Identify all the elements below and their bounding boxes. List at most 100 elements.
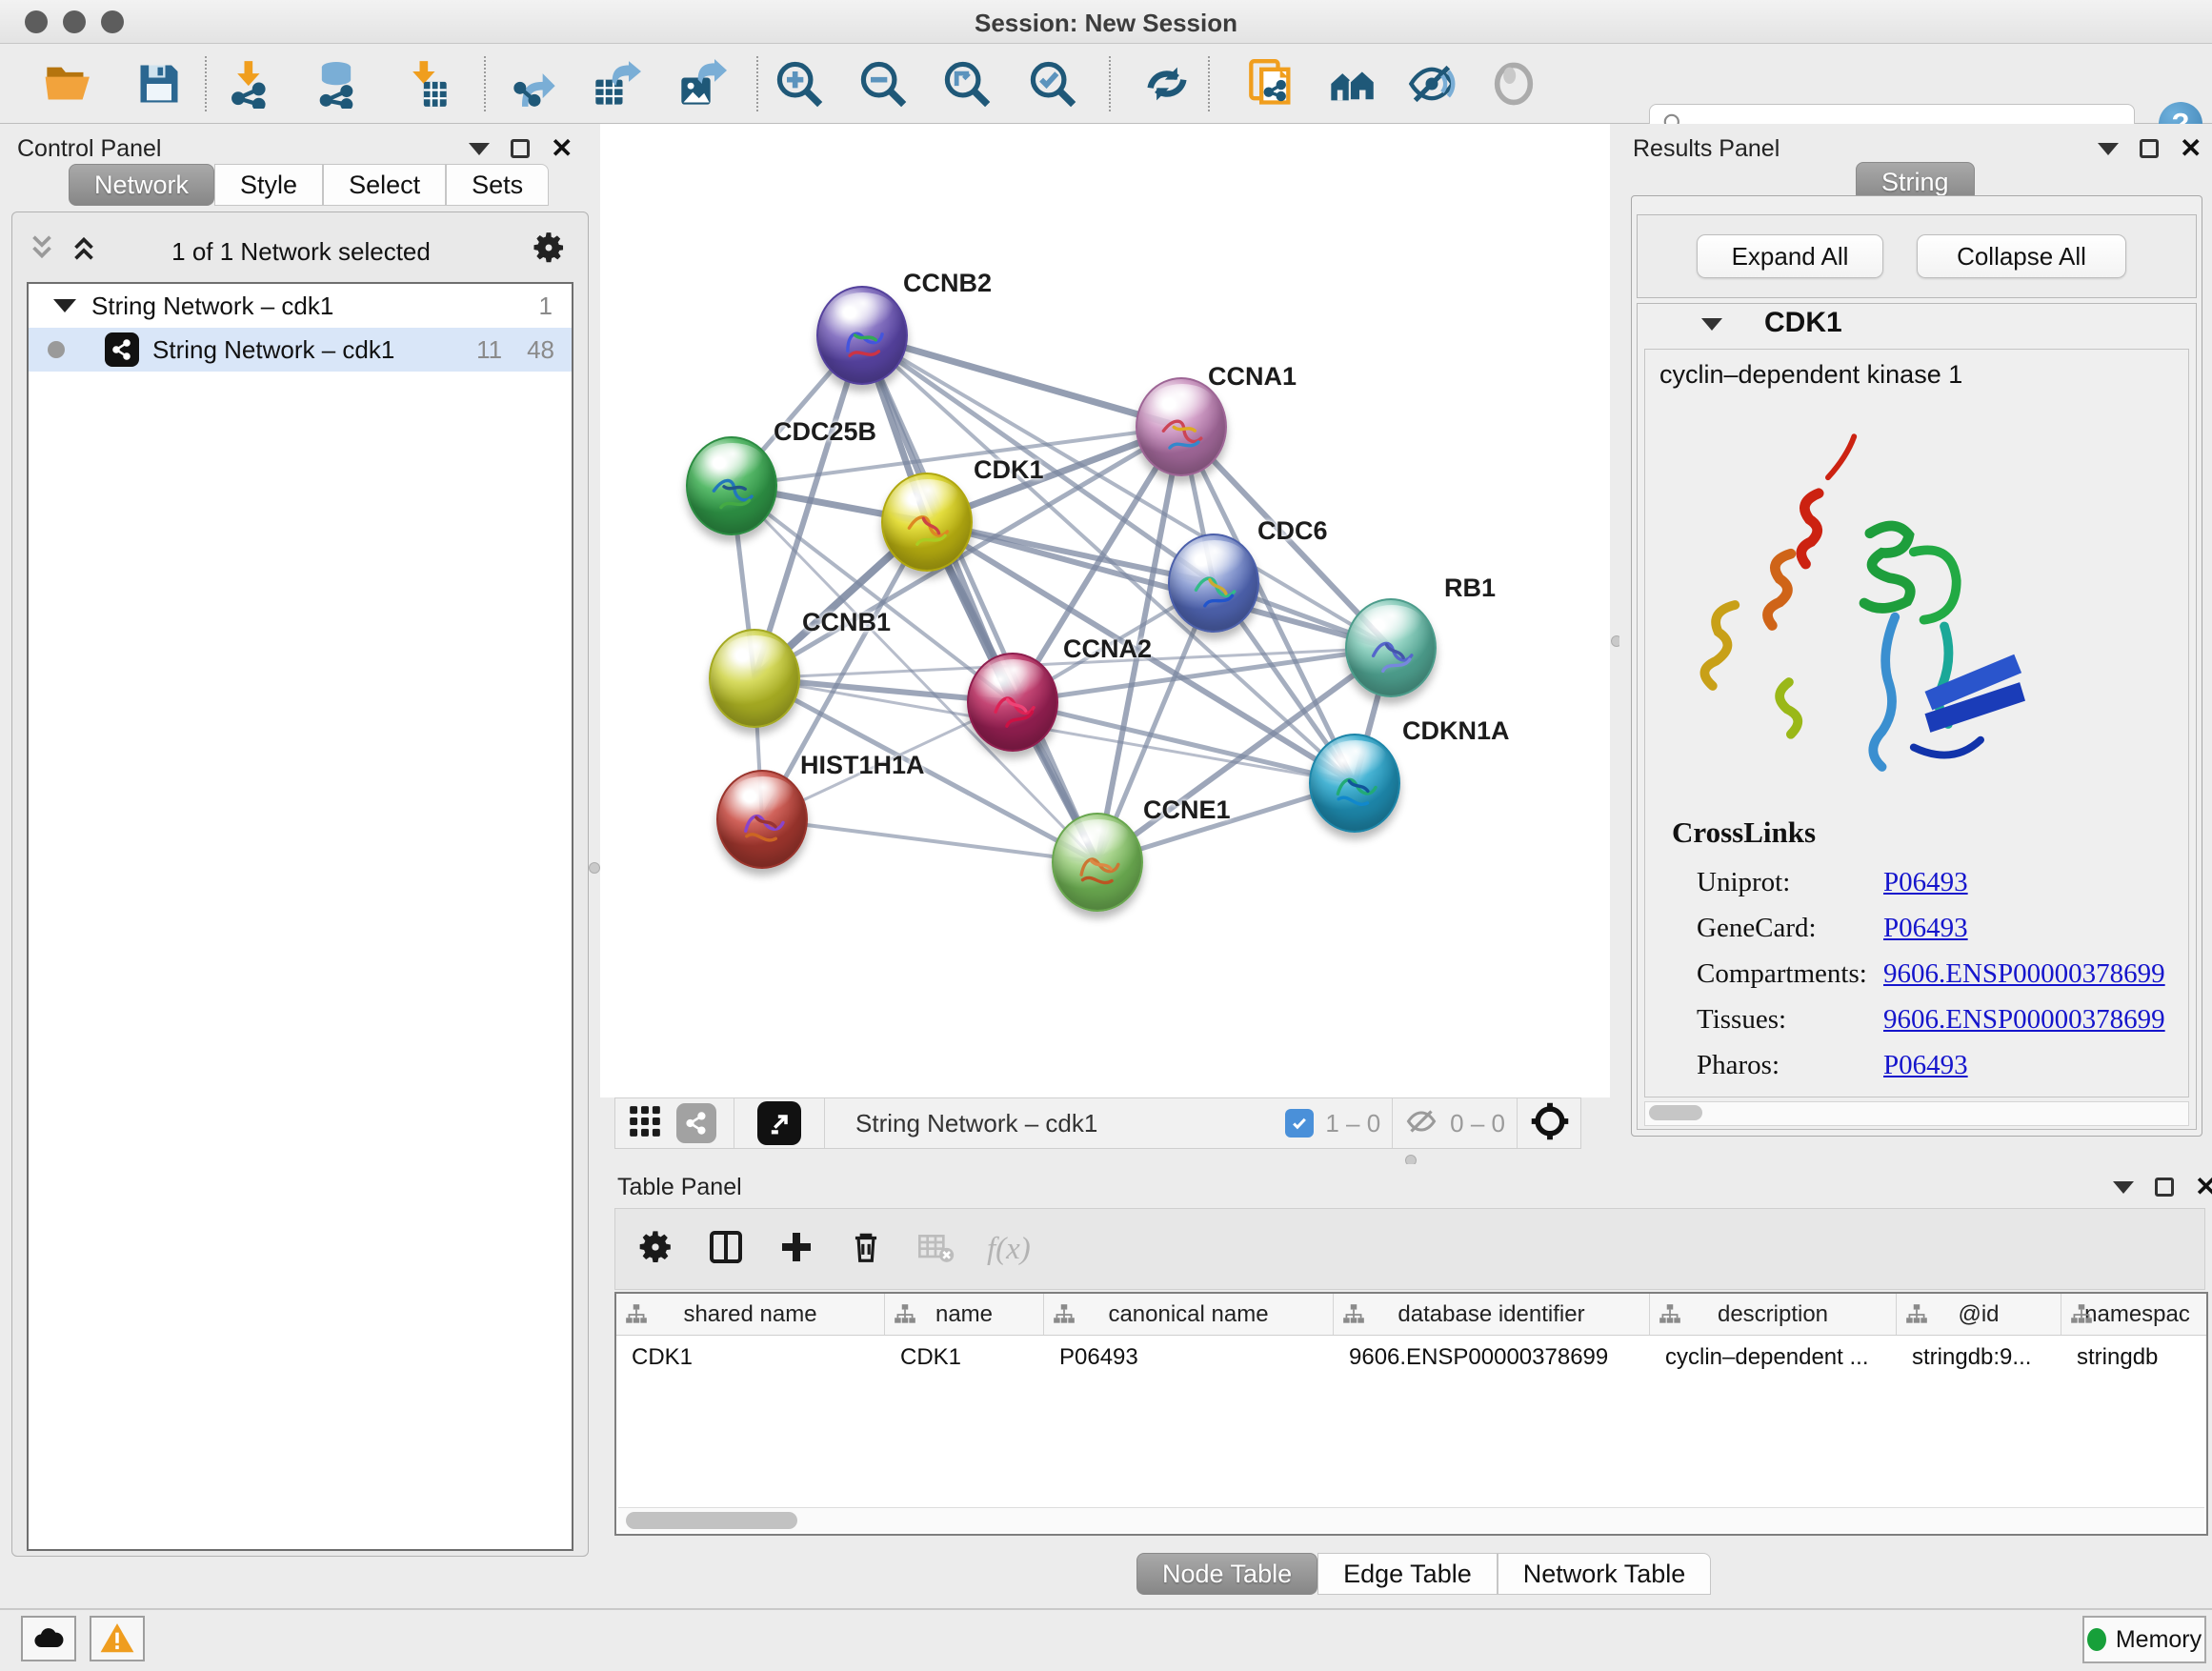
- network-node-ccne1[interactable]: [1052, 813, 1143, 912]
- tab-style[interactable]: Style: [214, 164, 323, 206]
- tree-expand-icon[interactable]: [53, 299, 76, 312]
- left-splitter-handle[interactable]: [589, 862, 600, 874]
- network-node-ccnb1[interactable]: [709, 629, 800, 728]
- tab-node-table[interactable]: Node Table: [1136, 1553, 1317, 1595]
- column-header-name[interactable]: name: [885, 1294, 1044, 1335]
- network-node-cdc6[interactable]: [1168, 534, 1259, 633]
- column-header-database-identifier[interactable]: database identifier: [1334, 1294, 1650, 1335]
- network-node-cdc25b[interactable]: [686, 436, 777, 535]
- export-table-icon[interactable]: [591, 58, 642, 110]
- import-table-icon[interactable]: [400, 58, 452, 110]
- export-image-icon[interactable]: [676, 58, 728, 110]
- table-row[interactable]: CDK1CDK1P064939606.ENSP00000378699cyclin…: [616, 1336, 2206, 1379]
- scrollbar-thumb[interactable]: [1649, 1105, 1702, 1120]
- collapse-panel-icon[interactable]: [469, 143, 490, 155]
- delete-column-icon[interactable]: [848, 1229, 884, 1270]
- tab-network-table[interactable]: Network Table: [1498, 1553, 1712, 1595]
- collapse-panel-icon[interactable]: [2113, 1181, 2134, 1194]
- collapse-all-button[interactable]: Collapse All: [1917, 234, 2126, 278]
- zoom-out-icon[interactable]: [857, 58, 909, 110]
- first-neighbors-icon[interactable]: [1246, 58, 1297, 110]
- column-header--id[interactable]: @id: [1897, 1294, 2061, 1335]
- warning-status-button[interactable]: [90, 1616, 145, 1661]
- crosslink-genecard-link[interactable]: P06493: [1883, 913, 2205, 944]
- entry-collapse-icon[interactable]: [1701, 318, 1722, 331]
- node-label-ccne1: CCNE1: [1143, 795, 1231, 825]
- network-options-gear-icon[interactable]: [531, 230, 567, 271]
- expand-all-button[interactable]: Expand All: [1697, 234, 1883, 278]
- table-cell[interactable]: P06493: [1044, 1336, 1334, 1379]
- tab-sets[interactable]: Sets: [446, 164, 549, 206]
- show-hide-details-icon[interactable]: [1406, 58, 1458, 110]
- table-cell[interactable]: stringdb: [2061, 1336, 2212, 1379]
- column-header-label: canonical name: [1108, 1301, 1268, 1328]
- grid-view-icon[interactable]: [627, 1103, 663, 1144]
- network-canvas[interactable]: CCNB2CCNA1CDC25BCDK1CDC6RB1CCNB1CCNA2CDK…: [600, 124, 1610, 1097]
- zoom-fit-icon[interactable]: [941, 58, 993, 110]
- tab-select[interactable]: Select: [323, 164, 446, 206]
- table-horizontal-scrollbar[interactable]: [618, 1507, 2204, 1532]
- birdseye-view-icon[interactable]: [1529, 1100, 1571, 1147]
- table-cell[interactable]: cyclin–dependent ...: [1650, 1336, 1897, 1379]
- crosslink-pharos-link[interactable]: P06493: [1883, 1050, 2205, 1081]
- entry-description: cyclin–dependent kinase 1: [1659, 360, 1962, 390]
- float-panel-icon[interactable]: [2140, 139, 2159, 158]
- network-collection-count: 1: [539, 292, 553, 321]
- show-columns-icon[interactable]: [707, 1228, 745, 1271]
- network-node-cdkn1a[interactable]: [1309, 734, 1400, 833]
- column-header-namespac[interactable]: namespac: [2061, 1294, 2212, 1335]
- float-panel-icon[interactable]: [511, 139, 530, 158]
- share-view-icon[interactable]: [676, 1103, 716, 1143]
- column-header-label: shared name: [683, 1301, 816, 1328]
- collapse-panel-icon[interactable]: [2098, 143, 2119, 155]
- protein-thumbnail: [832, 311, 895, 370]
- results-horizontal-scrollbar[interactable]: [1644, 1101, 2189, 1126]
- network-collection-row[interactable]: String Network – cdk1 1: [29, 284, 572, 328]
- network-node-ccna1[interactable]: [1136, 377, 1227, 476]
- column-header-shared-name[interactable]: shared name: [616, 1294, 885, 1335]
- protein-thumbnail: [1324, 758, 1387, 817]
- column-header-description[interactable]: description: [1650, 1294, 1897, 1335]
- detach-view-icon[interactable]: [757, 1101, 801, 1145]
- crosslink-compartments-link[interactable]: 9606.ENSP00000378699: [1883, 958, 2205, 990]
- table-cell[interactable]: CDK1: [885, 1336, 1044, 1379]
- control-panel-title: Control Panel: [17, 135, 161, 163]
- network-node-rb1[interactable]: [1345, 598, 1437, 697]
- cloud-status-button[interactable]: [21, 1616, 76, 1661]
- column-header-canonical-name[interactable]: canonical name: [1044, 1294, 1334, 1335]
- network-node-cdk1[interactable]: [881, 473, 973, 572]
- window-title: Session: New Session: [0, 9, 2212, 38]
- table-cell[interactable]: 9606.ENSP00000378699: [1334, 1336, 1650, 1379]
- hidden-eye-icon[interactable]: [1404, 1104, 1438, 1143]
- network-node-ccna2[interactable]: [967, 653, 1058, 752]
- close-panel-icon[interactable]: ✕: [2195, 1178, 2212, 1197]
- tab-edge-table[interactable]: Edge Table: [1317, 1553, 1498, 1595]
- network-node-ccnb2[interactable]: [816, 286, 908, 385]
- table-settings-gear-icon[interactable]: [636, 1228, 674, 1271]
- home-icon[interactable]: [1326, 58, 1377, 110]
- close-panel-icon[interactable]: ✕: [2180, 139, 2202, 158]
- table-cell[interactable]: CDK1: [616, 1336, 885, 1379]
- memory-button[interactable]: Memory: [2082, 1616, 2206, 1663]
- zoom-in-icon[interactable]: [774, 58, 825, 110]
- import-network-database-icon[interactable]: [311, 58, 362, 110]
- save-session-icon[interactable]: [133, 58, 185, 110]
- toolbar-divider: [205, 56, 207, 111]
- crosslink-uniprot-link[interactable]: P06493: [1883, 867, 2205, 898]
- network-node-hist1h1a[interactable]: [716, 770, 808, 869]
- crosslink-tissues-link[interactable]: 9606.ENSP00000378699: [1883, 1004, 2205, 1036]
- selected-nodes-checkbox-icon[interactable]: [1285, 1109, 1314, 1137]
- tab-network[interactable]: Network: [69, 164, 214, 206]
- export-network-icon[interactable]: [509, 58, 560, 110]
- table-cell[interactable]: stringdb:9...: [1897, 1336, 2061, 1379]
- network-row-selected[interactable]: String Network – cdk1 11 48: [29, 328, 572, 372]
- crosslink-label: Uniprot:: [1697, 867, 1883, 898]
- open-session-icon[interactable]: [42, 58, 93, 110]
- import-network-file-icon[interactable]: [225, 58, 276, 110]
- add-column-icon[interactable]: [777, 1228, 815, 1271]
- float-panel-icon[interactable]: [2155, 1178, 2174, 1197]
- apply-layout-icon[interactable]: [1141, 58, 1193, 110]
- scrollbar-thumb[interactable]: [626, 1512, 797, 1529]
- zoom-selected-icon[interactable]: [1027, 58, 1078, 110]
- close-panel-icon[interactable]: ✕: [551, 139, 573, 158]
